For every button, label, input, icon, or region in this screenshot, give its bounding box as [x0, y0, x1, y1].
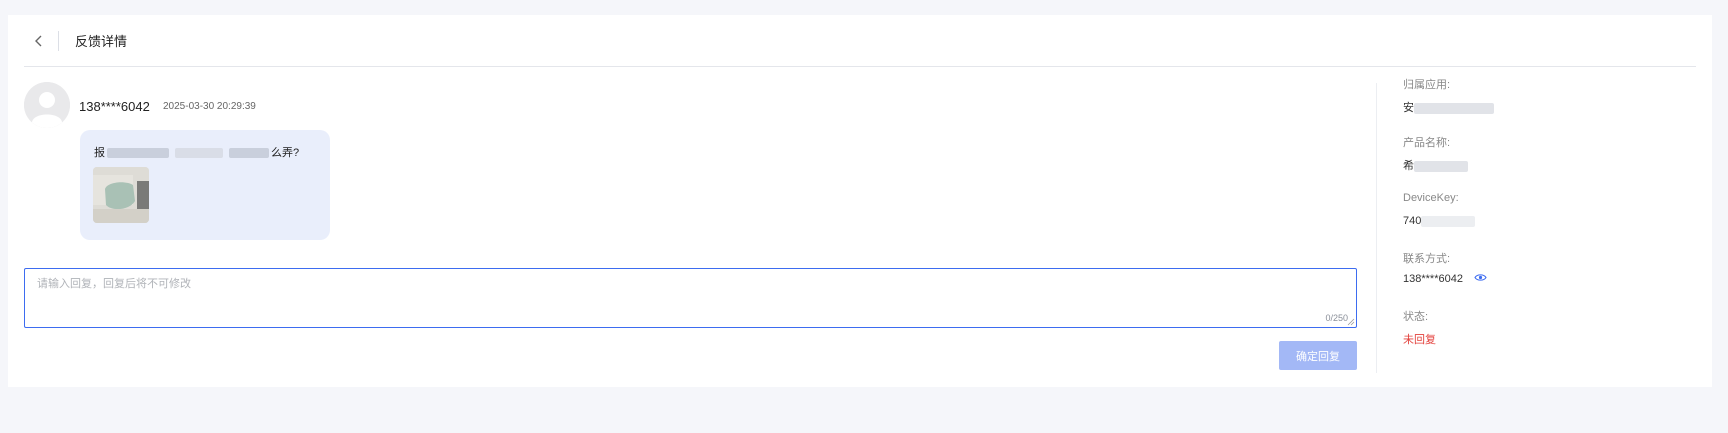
reveal-contact-button[interactable] [1474, 273, 1487, 285]
devicekey-value-prefix: 740 [1403, 215, 1422, 227]
chevron-left-icon [35, 35, 42, 46]
reply-field-container: 0/250 [24, 268, 1357, 328]
submit-reply-button[interactable]: 确定回复 [1279, 341, 1357, 370]
back-button[interactable] [28, 30, 50, 52]
redacted-text [1414, 102, 1494, 114]
status-label: 状态: [1403, 311, 1429, 323]
feedback-attachment-thumbnail[interactable] [93, 167, 149, 223]
header-divider [58, 30, 59, 51]
contact-value: 138****6042 [1403, 273, 1487, 285]
redacted-text [175, 148, 223, 159]
contact-number: 138****6042 [1403, 273, 1463, 285]
devicekey-value: 740 [1403, 215, 1476, 227]
redacted-text [1414, 160, 1468, 172]
devicekey-label: DeviceKey: [1403, 192, 1459, 204]
contact-label: 联系方式: [1403, 253, 1451, 265]
product-value: 希 [1403, 157, 1468, 173]
reply-input[interactable] [25, 269, 1356, 327]
avatar [24, 82, 70, 128]
attachment-image [93, 167, 149, 223]
product-value-prefix: 希 [1403, 160, 1414, 172]
user-avatar-icon [24, 82, 70, 128]
redacted-text [107, 148, 169, 159]
message-start: 报 [94, 147, 105, 159]
app-label: 归属应用: [1403, 79, 1451, 91]
feedback-message-text: 报 么弄? [94, 144, 299, 160]
panel-divider [1376, 83, 1377, 373]
message-end: 么弄? [271, 147, 300, 159]
status-value: 未回复 [1403, 334, 1436, 346]
feedback-message-bubble: 报 么弄? [80, 130, 330, 240]
redacted-text [1421, 215, 1476, 227]
redacted-text [229, 148, 269, 159]
app-value-prefix: 安 [1403, 102, 1414, 114]
app-value: 安 [1403, 99, 1494, 115]
product-label: 产品名称: [1403, 137, 1451, 149]
resize-handle-icon[interactable] [1347, 318, 1355, 326]
page-header: 反馈详情 [24, 15, 1696, 67]
eye-icon [1474, 274, 1487, 281]
feedback-timestamp: 2025-03-30 20:29:39 [163, 101, 256, 112]
page-title: 反馈详情 [75, 34, 128, 49]
feedback-username: 138****6042 [79, 99, 150, 114]
reply-char-count: 0/250 [1325, 313, 1348, 323]
feedback-detail-card: 反馈详情 138****6042 2025-03-30 20:29:39 报 么弄… [8, 15, 1712, 387]
